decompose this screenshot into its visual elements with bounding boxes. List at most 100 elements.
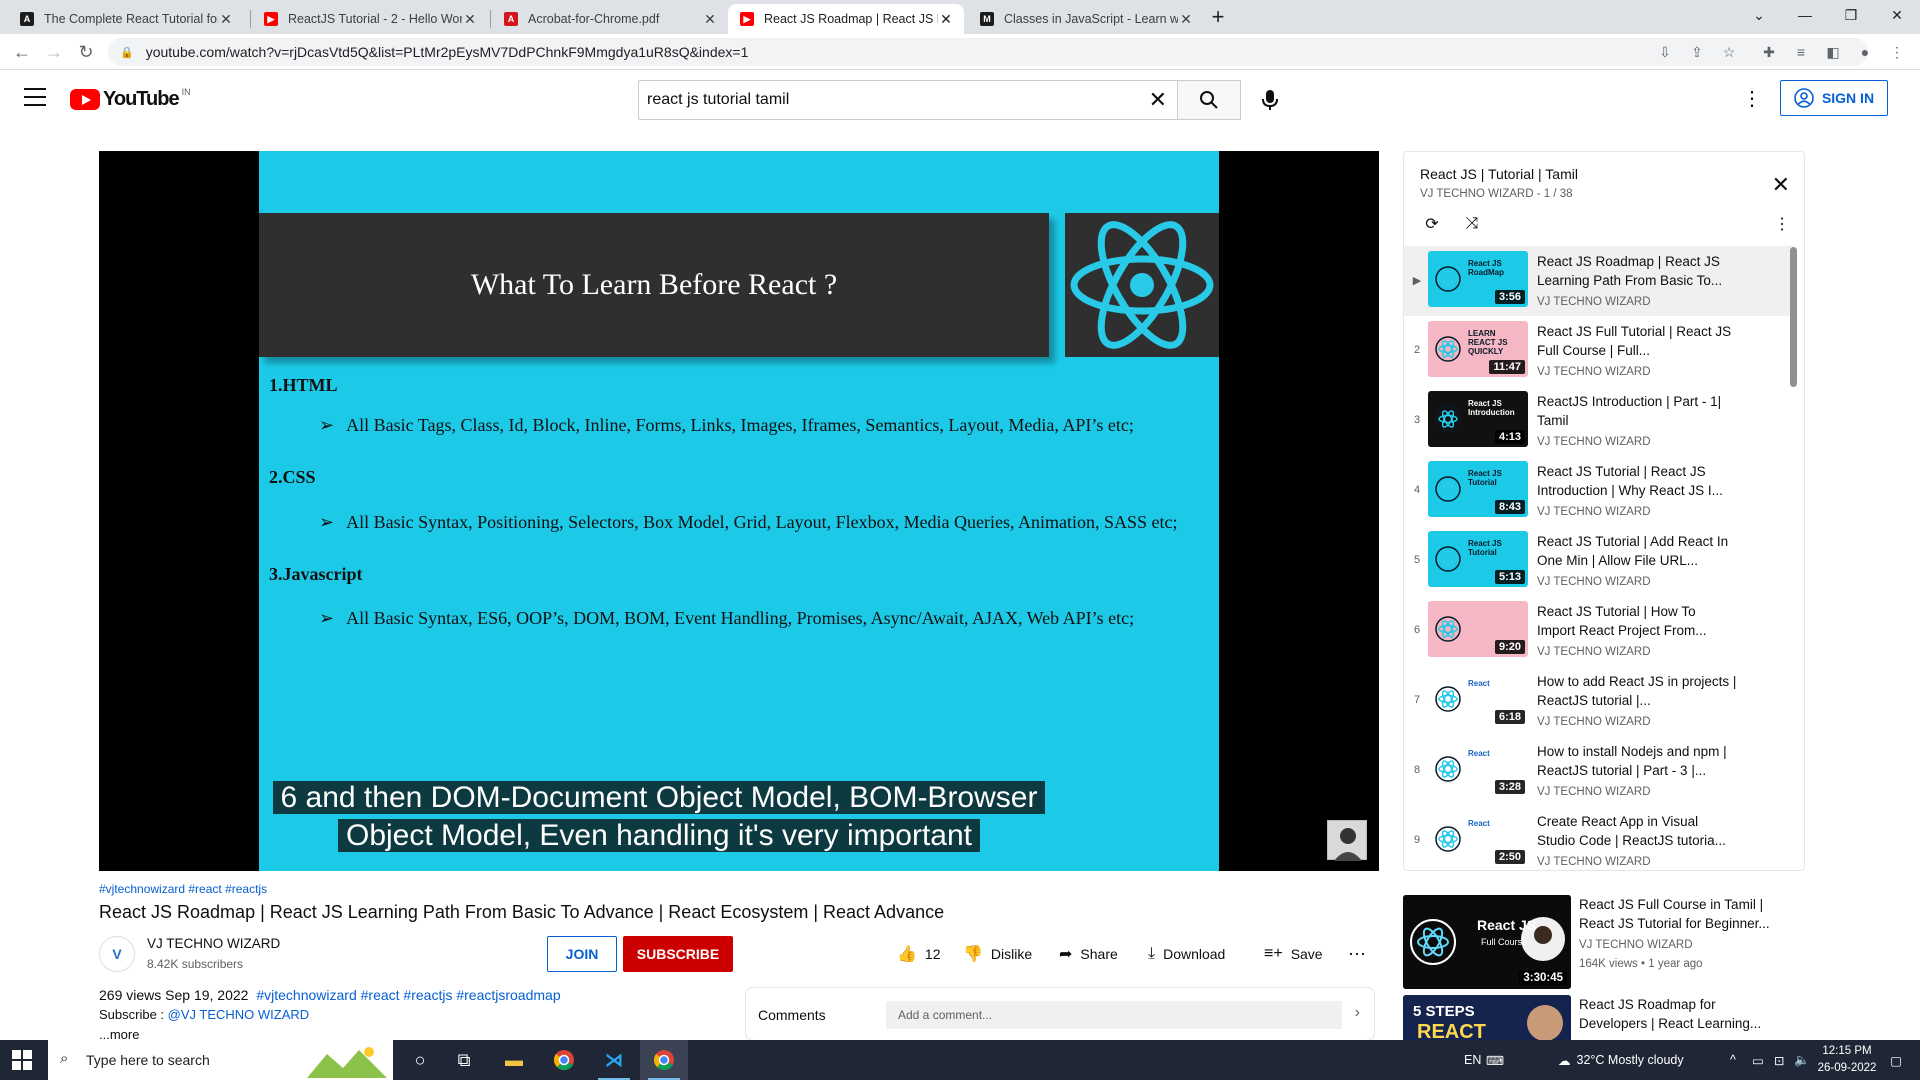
description-hashtags[interactable]: #vjtechnowizard #react #reactjs #reactjs… [256, 987, 560, 1003]
new-tab-icon[interactable]: + [1203, 2, 1233, 32]
youtube-logo[interactable]: YouTube IN [70, 87, 191, 111]
install-app-icon[interactable]: ⇩ [1654, 41, 1676, 63]
weather-widget[interactable]: ☁ 32°C Mostly cloudy [1558, 1040, 1684, 1080]
playlist-video-title[interactable]: How to install Nodejs and npm | ReactJS … [1537, 742, 1737, 780]
shuffle-icon[interactable]: ⤨ [1460, 212, 1484, 236]
browser-tab-4-active[interactable]: ▶ React JS Roadmap | React JS Lear... ✕ [728, 4, 964, 34]
playlist-video-title[interactable]: Create React App in Visual Studio Code |… [1537, 812, 1737, 850]
reload-icon[interactable]: ↻ [74, 40, 98, 64]
more-actions-icon[interactable]: ⋯ [1348, 942, 1366, 966]
close-playlist-icon[interactable]: ✕ [1772, 172, 1790, 198]
recommended-video-title[interactable]: React JS Full Course in Tamil | React JS… [1579, 895, 1779, 933]
channel-handle-link[interactable]: @VJ TECHNO WIZARD [168, 1007, 310, 1022]
maximize-icon[interactable]: ❐ [1828, 0, 1874, 30]
back-arrow-icon[interactable]: ← [10, 40, 34, 64]
cortana-circle-icon[interactable]: ○ [396, 1040, 444, 1080]
recommended-video[interactable]: 5 STEPS REACT React JS Roadmap for Devel… [1403, 995, 1903, 1040]
windows-start-icon[interactable] [12, 1050, 32, 1070]
file-explorer-icon[interactable]: ▬ [490, 1040, 538, 1080]
browser-tab-5[interactable]: M Classes in JavaScript - Learn web... ✕ [968, 4, 1204, 34]
sign-in-button[interactable]: SIGN IN [1780, 80, 1888, 116]
minimize-icon[interactable]: — [1782, 0, 1828, 30]
close-tab-icon[interactable]: ✕ [702, 11, 718, 28]
video-thumbnail[interactable]: React 3:28 [1428, 741, 1528, 797]
chrome-active-icon[interactable] [640, 1040, 688, 1080]
save-button[interactable]: ≡+ Save [1264, 942, 1323, 966]
vscode-icon[interactable]: ⋊ [590, 1040, 638, 1080]
playlist-title[interactable]: React JS | Tutorial | Tamil [1420, 166, 1578, 182]
settings-kebab-icon[interactable]: ⋮ [1740, 86, 1764, 110]
video-thumbnail[interactable]: React JS RoadMap 3:56 [1428, 251, 1528, 307]
loop-playlist-icon[interactable]: ⟳ [1420, 212, 1444, 236]
forward-arrow-icon[interactable]: → [42, 40, 66, 64]
clear-search-icon[interactable]: ✕ [1149, 87, 1167, 113]
playlist-video-title[interactable]: React JS Full Tutorial | React JS Full C… [1537, 322, 1737, 360]
channel-name[interactable]: VJ TECHNO WIZARD [147, 936, 280, 951]
playlist-video-title[interactable]: How to add React JS in projects | ReactJ… [1537, 672, 1737, 710]
video-thumbnail[interactable]: React 2:50 [1428, 811, 1528, 867]
input-language[interactable]: EN [1464, 1040, 1481, 1080]
keyboard-icon[interactable]: ⌨ [1486, 1040, 1504, 1080]
dislike-button[interactable]: 👎 Dislike [963, 942, 1032, 966]
video-thumbnail[interactable]: 5 STEPS REACT [1403, 995, 1571, 1040]
chrome-menu-icon[interactable]: ⋮ [1886, 41, 1908, 63]
playlist-item[interactable]: 5 React JS Tutorial 5:13 React JS Tutorial … [1404, 526, 1794, 596]
playlist-item[interactable]: ▶ React JS RoadMap 3:56 React JS Roadmap | … [1404, 246, 1794, 316]
recommended-video-title[interactable]: React JS Roadmap for Developers | React … [1579, 995, 1779, 1033]
browser-tab-1[interactable]: A The Complete React Tutorial for ... ✕ [8, 4, 244, 34]
network-icon[interactable]: ⊡ [1774, 1040, 1784, 1080]
tray-expand-chevron-icon[interactable]: ^ [1730, 1040, 1736, 1080]
playlist-item[interactable]: 3 React JS Introduction 4:13 ReactJS Introd… [1404, 386, 1794, 456]
video-thumbnail[interactable]: 9:20 [1428, 601, 1528, 657]
video-hashtags[interactable]: #vjtechnowizard #react #reactjs [99, 882, 267, 896]
playlist-video-title[interactable]: React JS Roadmap | React JS Learning Pat… [1537, 252, 1737, 290]
add-comment-input[interactable]: Add a comment... [886, 1001, 1342, 1029]
search-input[interactable]: react js tutorial tamil ✕ [638, 80, 1178, 120]
bookmark-star-icon[interactable]: ☆ [1718, 41, 1740, 63]
recommended-video[interactable]: React JS Full Course 3:30:45 React JS Fu… [1403, 895, 1903, 989]
hamburger-menu-icon[interactable] [24, 88, 46, 106]
description-stats[interactable]: 269 views Sep 19, 2022 #vjtechnowizard #… [99, 987, 561, 1003]
playlist-item[interactable]: 7 React 6:18 How to add React JS in project… [1404, 666, 1794, 736]
browser-tab-2[interactable]: ▶ ReactJS Tutorial - 2 - Hello World ✕ [252, 4, 488, 34]
system-clock[interactable]: 12:15 PM 26-09-2022 [1812, 1043, 1882, 1077]
playlist-scrollbar[interactable] [1790, 247, 1797, 387]
playlist-item[interactable]: 8 React 3:28 How to install Nodejs and npm … [1404, 736, 1794, 806]
recommended-video-channel[interactable]: VJ TECHNO WIZARD [1579, 939, 1693, 951]
playlist-item[interactable]: 6 9:20 React JS Tutorial | How To Import R… [1404, 596, 1794, 666]
playlist-item[interactable]: 4 React JS Tutorial 8:43 React JS Tutorial … [1404, 456, 1794, 526]
playlist-video-title[interactable]: React JS Tutorial | How To Import React … [1537, 602, 1737, 640]
playlist-video-title[interactable]: React JS Tutorial | Add React In One Min… [1537, 532, 1737, 570]
playlist-menu-kebab-icon[interactable]: ⋮ [1770, 212, 1794, 236]
close-window-icon[interactable]: ✕ [1874, 0, 1920, 30]
chrome-taskbar-icon[interactable] [540, 1040, 588, 1080]
reading-list-icon[interactable]: ≡ [1790, 41, 1812, 63]
comments-section[interactable]: Comments Add a comment... › [745, 987, 1375, 1041]
side-panel-icon[interactable]: ◧ [1822, 41, 1844, 63]
video-thumbnail[interactable]: React JS Tutorial 5:13 [1428, 531, 1528, 587]
playlist-item[interactable]: 9 React 2:50 Create React App in Visual Stu… [1404, 806, 1794, 870]
close-tab-icon[interactable]: ✕ [462, 11, 478, 28]
close-tab-icon[interactable]: ✕ [938, 11, 954, 28]
video-player[interactable]: What To Learn Before React ? 1.HTML ➢ All… [99, 151, 1379, 871]
tab-search-chevron-icon[interactable]: ⌄ [1736, 0, 1782, 30]
playlist-item[interactable]: 2 LEARN REACT JS QUICKLY 11:47 React JS Ful… [1404, 316, 1794, 386]
video-thumbnail[interactable]: React JS Tutorial 8:43 [1428, 461, 1528, 517]
extensions-puzzle-icon[interactable]: ✚ [1758, 41, 1780, 63]
voice-search-mic-icon[interactable] [1252, 82, 1288, 118]
video-thumbnail[interactable]: React JS Introduction 4:13 [1428, 391, 1528, 447]
chevron-right-icon[interactable]: › [1355, 1004, 1360, 1022]
like-button[interactable]: 👍 12 [897, 942, 941, 966]
download-button[interactable]: ⤓ Download [1148, 942, 1225, 966]
playlist-video-title[interactable]: React JS Tutorial | React JS Introductio… [1537, 462, 1737, 500]
task-view-icon[interactable]: ⧉ [440, 1040, 488, 1080]
address-bar[interactable]: 🔒 youtube.com/watch?v=rjDcasVtd5Q&list=P… [108, 38, 1868, 66]
join-button[interactable]: JOIN [547, 936, 617, 972]
share-button[interactable]: ➦ Share [1059, 942, 1118, 966]
subscribe-button[interactable]: SUBSCRIBE [623, 936, 733, 972]
search-button[interactable] [1177, 80, 1241, 120]
video-thumbnail[interactable]: LEARN REACT JS QUICKLY 11:47 [1428, 321, 1528, 377]
video-thumbnail[interactable]: React JS Full Course 3:30:45 [1403, 895, 1571, 989]
close-tab-icon[interactable]: ✕ [1178, 11, 1194, 28]
profile-avatar-icon[interactable]: ● [1854, 41, 1876, 63]
